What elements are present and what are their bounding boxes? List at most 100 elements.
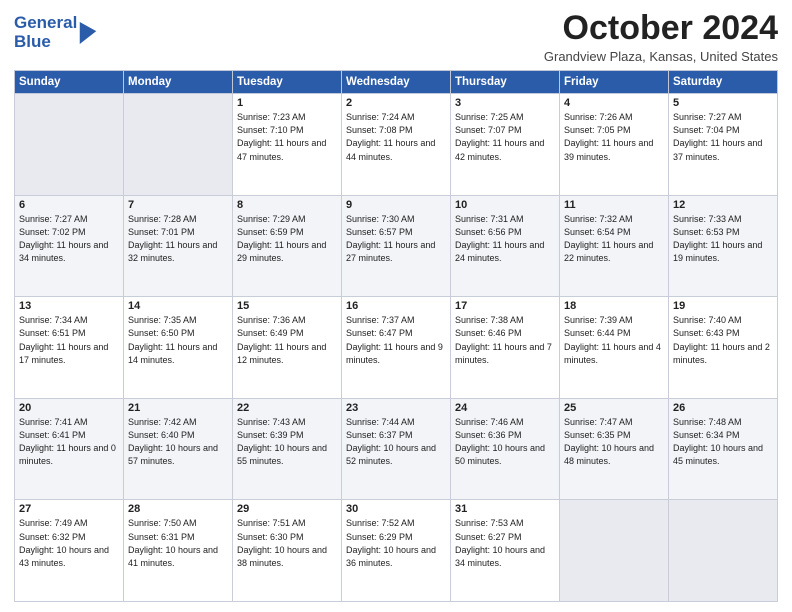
weekday-header-wednesday: Wednesday [342,71,451,94]
cell-text: Sunrise: 7:41 AMSunset: 6:41 PMDaylight:… [19,416,119,468]
logo-text: General Blue [14,14,77,51]
cell-text: Sunrise: 7:35 AMSunset: 6:50 PMDaylight:… [128,314,228,366]
weekday-header-saturday: Saturday [669,71,778,94]
calendar-cell: 20 Sunrise: 7:41 AMSunset: 6:41 PMDayligh… [15,398,124,500]
calendar-cell: 17Sunrise: 7:38 AMSunset: 6:46 PMDayligh… [451,297,560,399]
cell-text: Sunrise: 7:39 AMSunset: 6:44 PMDaylight:… [564,314,664,366]
weekday-header-thursday: Thursday [451,71,560,94]
cell-text: Sunrise: 7:25 AMSunset: 7:07 PMDaylight:… [455,111,555,163]
cell-text: Sunrise: 7:29 AMSunset: 6:59 PMDaylight:… [237,213,337,265]
cell-text: Sunrise: 7:40 AMSunset: 6:43 PMDaylight:… [673,314,773,366]
day-number: 27 [19,503,119,515]
day-number: 21 [128,402,228,414]
day-number: 24 [455,402,555,414]
day-number: 5 [673,97,773,109]
weekday-header-friday: Friday [560,71,669,94]
weekday-header-tuesday: Tuesday [233,71,342,94]
page: General Blue October 2024 Grandview Plaz… [0,0,792,612]
day-number: 11 [564,199,664,211]
day-number: 1 [237,97,337,109]
day-number: 12 [673,199,773,211]
calendar-cell: 14 Sunrise: 7:35 AMSunset: 6:50 PMDayligh… [124,297,233,399]
cell-text: Sunrise: 7:48 AMSunset: 6:34 PMDaylight:… [673,416,773,468]
cell-text: Sunrise: 7:47 AMSunset: 6:35 PMDaylight:… [564,416,664,468]
weekday-header-sunday: Sunday [15,71,124,94]
logo: General Blue [14,14,97,51]
cell-text: Sunrise: 7:36 AMSunset: 6:49 PMDaylight:… [237,314,337,366]
day-number: 29 [237,503,337,515]
calendar-cell [15,94,124,196]
calendar-cell: 26 Sunrise: 7:48 AMSunset: 6:34 PMDayligh… [669,398,778,500]
day-number: 17 [455,300,555,312]
cell-text: Sunrise: 7:33 AMSunset: 6:53 PMDaylight:… [673,213,773,265]
calendar-cell: 12 Sunrise: 7:33 AMSunset: 6:53 PMDayligh… [669,195,778,297]
calendar-cell: 5Sunrise: 7:27 AMSunset: 7:04 PMDaylight… [669,94,778,196]
cell-text: Sunrise: 7:42 AMSunset: 6:40 PMDaylight:… [128,416,228,468]
day-number: 10 [455,199,555,211]
cell-text: Sunrise: 7:23 AMSunset: 7:10 PMDaylight:… [237,111,337,163]
cell-text: Sunrise: 7:37 AMSunset: 6:47 PMDaylight:… [346,314,446,366]
cell-text: Sunrise: 7:46 AMSunset: 6:36 PMDaylight:… [455,416,555,468]
calendar-cell: 22 Sunrise: 7:43 AMSunset: 6:39 PMDayligh… [233,398,342,500]
weekday-header-monday: Monday [124,71,233,94]
cell-text: Sunrise: 7:43 AMSunset: 6:39 PMDaylight:… [237,416,337,468]
day-number: 25 [564,402,664,414]
calendar-cell: 24 Sunrise: 7:46 AMSunset: 6:36 PMDayligh… [451,398,560,500]
calendar-cell: 29 Sunrise: 7:51 AMSunset: 6:30 PMDayligh… [233,500,342,602]
day-number: 14 [128,300,228,312]
day-number: 13 [19,300,119,312]
day-number: 6 [19,199,119,211]
header: General Blue October 2024 Grandview Plaz… [14,10,778,64]
calendar-cell: 6Sunrise: 7:27 AMSunset: 7:02 PMDaylight… [15,195,124,297]
day-number: 2 [346,97,446,109]
logo-icon [79,22,97,44]
cell-text: Sunrise: 7:44 AMSunset: 6:37 PMDaylight:… [346,416,446,468]
day-number: 15 [237,300,337,312]
day-number: 26 [673,402,773,414]
day-number: 31 [455,503,555,515]
cell-text: Sunrise: 7:26 AMSunset: 7:05 PMDaylight:… [564,111,664,163]
calendar-cell: 7 Sunrise: 7:28 AMSunset: 7:01 PMDaylight… [124,195,233,297]
calendar-cell: 3 Sunrise: 7:25 AMSunset: 7:07 PMDaylight… [451,94,560,196]
calendar-cell: 27 Sunrise: 7:49 AMSunset: 6:32 PMDayligh… [15,500,124,602]
calendar-cell: 23 Sunrise: 7:44 AMSunset: 6:37 PMDayligh… [342,398,451,500]
day-number: 23 [346,402,446,414]
calendar-cell: 21 Sunrise: 7:42 AMSunset: 6:40 PMDayligh… [124,398,233,500]
calendar-cell [669,500,778,602]
cell-text: Sunrise: 7:30 AMSunset: 6:57 PMDaylight:… [346,213,446,265]
location: Grandview Plaza, Kansas, United States [544,49,778,64]
day-number: 20 [19,402,119,414]
calendar-cell: 13 Sunrise: 7:34 AMSunset: 6:51 PMDayligh… [15,297,124,399]
day-number: 16 [346,300,446,312]
day-number: 19 [673,300,773,312]
cell-text: Sunrise: 7:24 AMSunset: 7:08 PMDaylight:… [346,111,446,163]
day-number: 9 [346,199,446,211]
day-number: 3 [455,97,555,109]
cell-text: Sunrise: 7:28 AMSunset: 7:01 PMDaylight:… [128,213,228,265]
calendar-cell: 16 Sunrise: 7:37 AMSunset: 6:47 PMDayligh… [342,297,451,399]
day-number: 30 [346,503,446,515]
calendar-cell: 18Sunrise: 7:39 AMSunset: 6:44 PMDayligh… [560,297,669,399]
calendar-cell: 9 Sunrise: 7:30 AMSunset: 6:57 PMDaylight… [342,195,451,297]
calendar-cell: 15 Sunrise: 7:36 AMSunset: 6:49 PMDayligh… [233,297,342,399]
calendar-cell: 31Sunrise: 7:53 AMSunset: 6:27 PMDayligh… [451,500,560,602]
cell-text: Sunrise: 7:49 AMSunset: 6:32 PMDaylight:… [19,517,119,569]
calendar-cell: 2 Sunrise: 7:24 AMSunset: 7:08 PMDaylight… [342,94,451,196]
calendar-cell: 25 Sunrise: 7:47 AMSunset: 6:35 PMDayligh… [560,398,669,500]
cell-text: Sunrise: 7:31 AMSunset: 6:56 PMDaylight:… [455,213,555,265]
day-number: 22 [237,402,337,414]
day-number: 7 [128,199,228,211]
day-number: 4 [564,97,664,109]
calendar-cell: 10 Sunrise: 7:31 AMSunset: 6:56 PMDayligh… [451,195,560,297]
calendar-cell: 30 Sunrise: 7:52 AMSunset: 6:29 PMDayligh… [342,500,451,602]
header-right: October 2024 Grandview Plaza, Kansas, Un… [544,10,778,64]
calendar-cell: 19 Sunrise: 7:40 AMSunset: 6:43 PMDayligh… [669,297,778,399]
calendar-cell [124,94,233,196]
cell-text: Sunrise: 7:52 AMSunset: 6:29 PMDaylight:… [346,517,446,569]
day-number: 28 [128,503,228,515]
calendar-cell: 8Sunrise: 7:29 AMSunset: 6:59 PMDaylight… [233,195,342,297]
calendar-cell: 11Sunrise: 7:32 AMSunset: 6:54 PMDayligh… [560,195,669,297]
month-title: October 2024 [544,10,778,47]
cell-text: Sunrise: 7:34 AMSunset: 6:51 PMDaylight:… [19,314,119,366]
cell-text: Sunrise: 7:51 AMSunset: 6:30 PMDaylight:… [237,517,337,569]
